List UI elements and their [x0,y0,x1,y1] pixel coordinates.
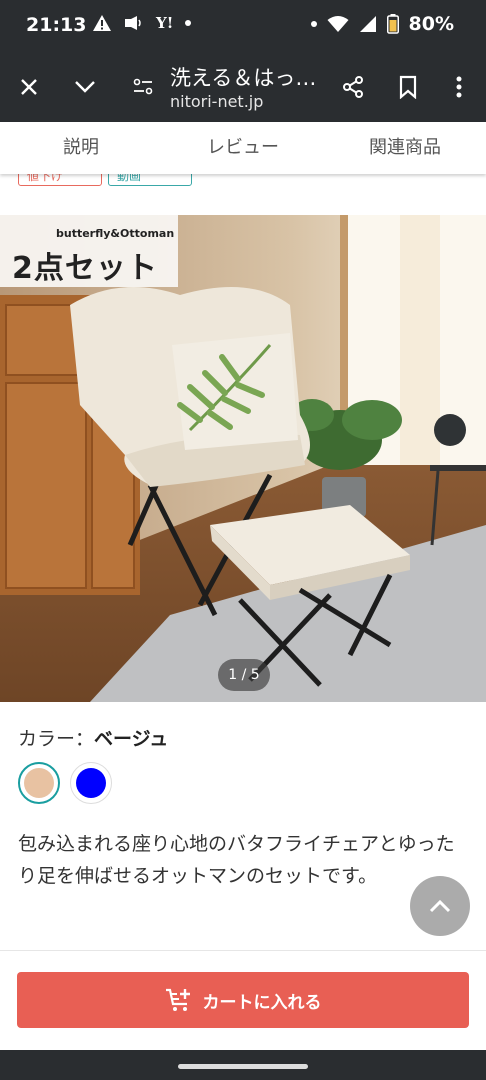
add-to-cart-button[interactable]: カートに入れる [17,972,469,1028]
scroll-to-top-button[interactable] [410,876,470,936]
warning-icon [93,15,111,31]
cart-add-icon [165,988,190,1011]
bookmark-icon[interactable] [393,72,423,102]
tab-description[interactable]: 説明 [0,122,162,174]
page-title[interactable]: 洗える＆はっ… [170,62,316,92]
badge-subtitle: butterfly&Ottoman [56,227,175,240]
status-bar: 21:13 Y! 80% [0,0,486,52]
speaker-icon [125,16,141,30]
tag-strip: 値下げ 動画 [0,174,486,190]
more-options-icon[interactable] [444,72,474,102]
site-settings-icon[interactable] [128,72,158,102]
wifi-icon [327,16,349,32]
video-tag[interactable]: 動画 [108,174,192,186]
color-prefix: カラー： [18,728,95,750]
selected-color-name: ベージュ [94,728,169,750]
home-handle[interactable] [178,1064,308,1069]
divider [0,950,486,951]
status-right: 80% [310,13,454,35]
price-down-tag: 値下げ [18,174,102,186]
battery-level: 80% [408,13,454,35]
product-tabs: 説明 レビュー 関連商品 [0,122,486,174]
dot-icon [310,21,317,27]
close-icon[interactable] [14,72,44,102]
color-swatch-beige[interactable] [18,762,60,804]
chevron-down-icon[interactable] [70,72,100,102]
color-label: カラー：ベージュ [18,724,168,751]
image-page-indicator: 1 / 5 [218,659,270,691]
badge-title: 2点セット [12,251,158,286]
set-badge: butterfly&Ottoman 2点セット [0,215,178,287]
browser-toolbar: 洗える＆はっ… nitori-net.jp [0,52,486,122]
product-description: 包み込まれる座り心地のバタフライチェアとゆったり足を伸ばせるオットマンのセットで… [18,833,455,887]
status-time: 21:13 [26,14,87,36]
chevron-up-icon [429,899,451,913]
page-url[interactable]: nitori-net.jp [170,92,263,111]
notification-icons: Y! [92,14,192,32]
color-swatch-blue[interactable] [70,762,112,804]
share-icon[interactable] [338,72,368,102]
product-image[interactable]: butterfly&Ottoman 2点セット 1 / 5 [0,215,486,702]
signal-icon [359,16,376,32]
tab-reviews[interactable]: レビュー [162,122,324,174]
yahoo-icon: Y! [156,14,174,32]
tab-related-products[interactable]: 関連商品 [324,122,486,174]
dot-icon [185,20,192,26]
battery-icon [386,14,399,34]
system-nav-bar [0,1050,486,1080]
add-to-cart-label: カートに入れる [202,992,322,1013]
